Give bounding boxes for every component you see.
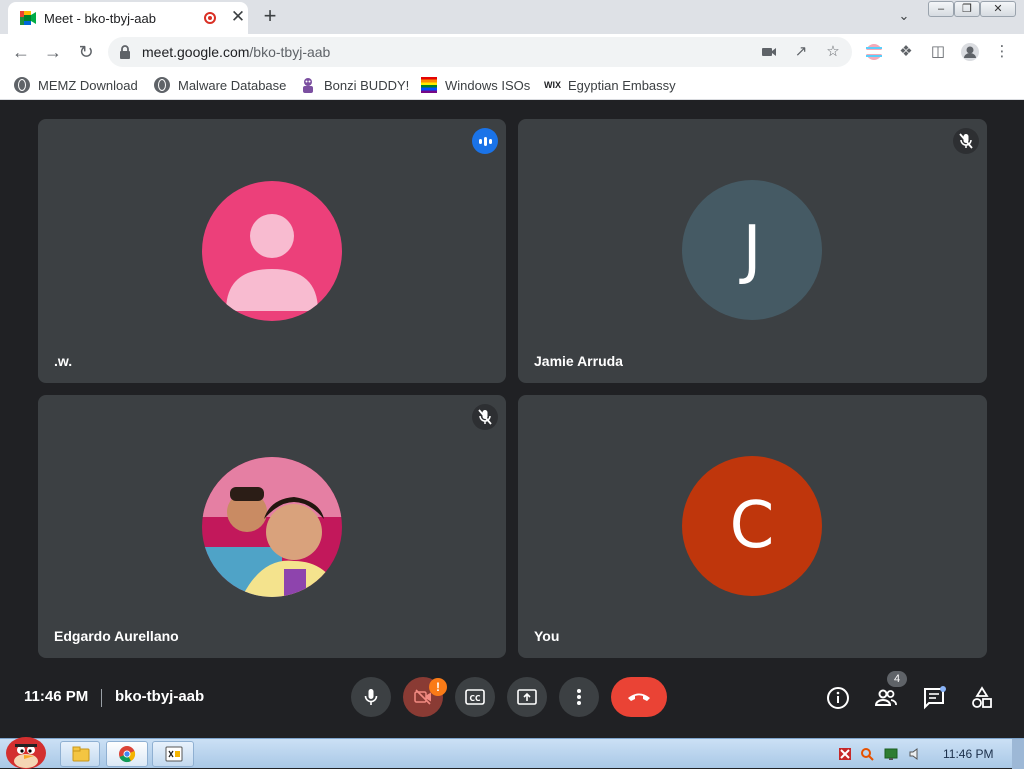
taskbar-explorer-button[interactable] <box>60 741 100 767</box>
bookmark-egyptian-embassy[interactable]: WIX Egyptian Embassy <box>544 76 676 94</box>
tab-close-button[interactable]: ✕ <box>230 8 246 26</box>
tray-network-icon[interactable] <box>884 747 898 761</box>
url-host: meet.google.com <box>142 44 250 60</box>
captions-button[interactable]: CC <box>455 677 495 717</box>
participant-tile-you[interactable]: C You <box>518 395 987 658</box>
folder-icon <box>72 746 90 762</box>
participant-tile-edgardo[interactable]: Edgardo Aurellano <box>38 395 506 658</box>
url-path: /bko-tbyj-aab <box>249 44 331 60</box>
google-meet-icon <box>20 11 36 25</box>
angry-bird-start-icon[interactable] <box>2 729 50 769</box>
forward-arrow-icon[interactable]: → <box>40 39 66 65</box>
participant-name: Jamie Arruda <box>534 353 623 369</box>
present-screen-icon <box>517 689 537 705</box>
recording-indicator-icon <box>204 12 216 24</box>
extension-flag-icon[interactable] <box>864 42 884 62</box>
camera-in-use-icon[interactable] <box>760 43 778 61</box>
bookmark-memz-download[interactable]: MEMZ Download <box>14 76 138 94</box>
participant-name: You <box>534 628 560 644</box>
tray-search-icon[interactable] <box>860 747 874 761</box>
windows-taskbar: 11:46 PM <box>0 737 1024 769</box>
avatar: C <box>682 456 822 596</box>
divider <box>101 689 102 707</box>
more-vertical-icon <box>577 689 581 705</box>
closed-captions-icon: CC <box>465 689 485 705</box>
participant-name: .w. <box>54 353 73 369</box>
avatar-letter: C <box>729 489 775 563</box>
share-icon[interactable]: ↗ <box>792 43 810 61</box>
meeting-code: bko-tbyj-aab <box>115 688 205 705</box>
microphone-button[interactable] <box>351 677 391 717</box>
tray-volume-icon[interactable] <box>908 747 922 761</box>
back-arrow-icon[interactable]: ← <box>8 39 34 65</box>
person-silhouette-icon <box>226 214 318 311</box>
avatar-photo <box>202 457 342 597</box>
avatar <box>202 181 342 321</box>
svg-text:CC: CC <box>469 694 481 703</box>
people-icon[interactable] <box>874 686 898 710</box>
new-tab-button[interactable]: + <box>258 4 282 28</box>
side-panel-icon[interactable]: ◫ <box>928 42 948 62</box>
avatar: J <box>682 180 822 320</box>
meeting-info-icon[interactable] <box>826 686 850 710</box>
globe-icon <box>14 77 30 93</box>
menu-kebab-icon[interactable]: ⋮ <box>992 42 1012 62</box>
restore-button[interactable]: ❐ <box>954 1 980 17</box>
tray-warning-icon[interactable] <box>838 747 852 761</box>
window-close-button[interactable]: ✕ <box>980 1 1016 17</box>
browser-tab-meet[interactable]: Meet - bko-tbyj-aab ✕ <box>8 2 248 34</box>
more-options-button[interactable] <box>559 677 599 717</box>
camera-warning-badge: ! <box>429 678 447 696</box>
mic-muted-icon <box>953 128 979 154</box>
show-desktop-button[interactable] <box>1012 739 1024 769</box>
leave-call-button[interactable] <box>611 677 667 717</box>
chrome-icon <box>119 746 136 763</box>
activities-icon[interactable] <box>970 686 994 710</box>
profile-avatar-icon[interactable] <box>960 42 980 62</box>
rainbow-flag-icon <box>421 77 437 93</box>
microphone-icon <box>364 689 378 705</box>
taskbar-clock: 11:46 PM <box>943 747 994 761</box>
taskbar-app-button[interactable] <box>152 741 194 767</box>
bookmark-label: Egyptian Embassy <box>568 77 676 93</box>
url-text: meet.google.com/bko-tbyj-aab <box>142 44 330 60</box>
bookmark-bonzi-buddy[interactable]: Bonzi BUDDY! <box>300 76 409 94</box>
participant-tile-w[interactable]: .w. <box>38 119 506 383</box>
bookmark-star-icon[interactable]: ☆ <box>824 43 842 61</box>
minimize-button[interactable]: – <box>928 1 954 17</box>
globe-icon <box>154 77 170 93</box>
bookmark-windows-isos[interactable]: Windows ISOs <box>421 76 530 94</box>
participant-tile-jamie[interactable]: J Jamie Arruda <box>518 119 987 383</box>
chat-icon[interactable] <box>922 686 946 710</box>
bookmarks-bar: MEMZ Download Malware Database Bonzi BUD… <box>0 70 1024 100</box>
bonzi-icon <box>303 78 313 93</box>
tab-title: Meet - bko-tbyj-aab <box>44 11 156 26</box>
extensions-puzzle-icon[interactable]: ❖ <box>896 42 916 62</box>
browser-toolbar: ← → ↻ meet.google.com/bko-tbyj-aab ↗ ☆ ❖… <box>0 34 1024 70</box>
lock-icon <box>120 45 130 59</box>
end-call-icon <box>628 693 650 701</box>
tab-strip: Meet - bko-tbyj-aab ✕ + ⌄ – ❐ ✕ <box>0 0 1024 34</box>
reload-icon[interactable]: ↻ <box>73 39 99 65</box>
bookmark-label: Bonzi BUDDY! <box>324 77 410 93</box>
present-screen-button[interactable] <box>507 677 547 717</box>
address-bar[interactable]: meet.google.com/bko-tbyj-aab ↗ ☆ <box>108 37 852 67</box>
participant-name: Edgardo Aurellano <box>54 628 179 644</box>
mic-muted-icon <box>472 404 498 430</box>
bookmark-label: Malware Database <box>178 77 287 93</box>
taskbar-chrome-button[interactable] <box>106 741 148 767</box>
bookmark-label: Windows ISOs <box>445 77 531 93</box>
bookmark-malware-database[interactable]: Malware Database <box>154 76 286 94</box>
avatar-letter: J <box>742 213 762 287</box>
bookmark-label: MEMZ Download <box>38 77 138 93</box>
application-icon <box>165 746 183 762</box>
speaking-indicator-icon <box>472 128 498 154</box>
meet-stage: .w. J Jamie Arruda Edgardo Aurellano C Y… <box>0 101 1024 738</box>
meeting-clock: 11:46 PM <box>24 688 89 705</box>
tab-search-chevron-icon[interactable]: ⌄ <box>894 8 914 26</box>
people-count-badge: 4 <box>887 671 907 687</box>
wix-icon: WIX <box>544 80 561 90</box>
